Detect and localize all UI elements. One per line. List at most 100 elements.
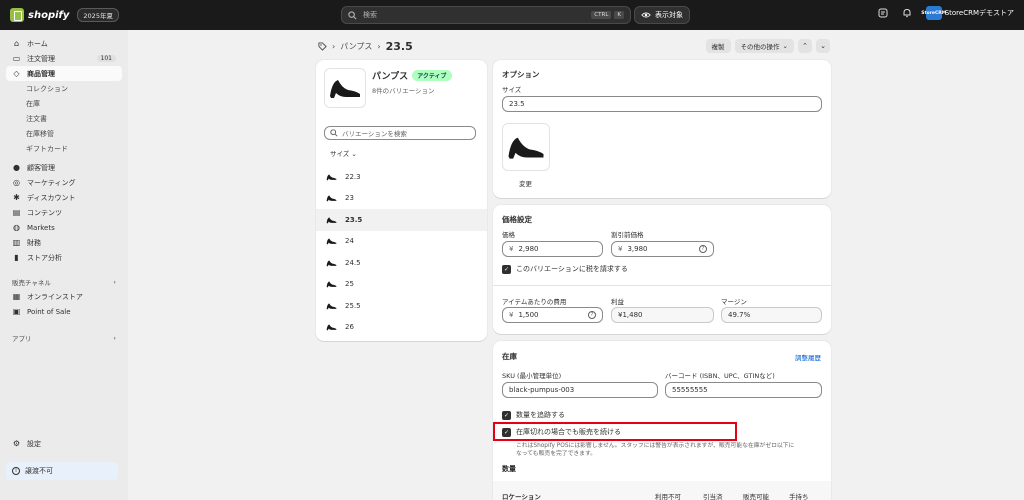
- sidebar-item[interactable]: ▭ 注文管理 101: [6, 51, 122, 66]
- size-input[interactable]: 23.5: [502, 96, 822, 112]
- sidebar-item-settings[interactable]: ⚙ 設定: [6, 436, 47, 451]
- cost-input[interactable]: ¥ 1,500 ?: [502, 307, 603, 323]
- non-transferable-notice[interactable]: i 譲渡不可: [6, 462, 118, 480]
- variant-label: 24: [345, 237, 354, 246]
- bell-icon[interactable]: [902, 8, 912, 18]
- help-icon[interactable]: ?: [588, 311, 596, 319]
- help-icon[interactable]: ?: [699, 245, 707, 253]
- sidebar-item-label: ホーム: [27, 39, 48, 48]
- product-name[interactable]: パンプス: [372, 69, 408, 82]
- sidebar-item[interactable]: 注文書: [6, 111, 122, 126]
- variant-label: 26: [345, 323, 354, 332]
- highlight-box: [493, 422, 737, 441]
- edition-badge[interactable]: 2025年夏: [77, 8, 119, 22]
- margin-value: 49.7%: [728, 311, 751, 319]
- sidebar-item[interactable]: 在庫移管: [6, 126, 122, 141]
- track-quantity-checkbox[interactable]: ✓ 数量を追跡する: [502, 410, 565, 420]
- sidebar-item[interactable]: ● 顧客管理: [6, 160, 122, 175]
- shopify-logo[interactable]: shopify 2025年夏: [10, 8, 119, 22]
- size-filter-button[interactable]: サイズ ⌄: [330, 148, 357, 158]
- sidebar-item[interactable]: ◍ Markets: [6, 220, 122, 235]
- adjustment-history-link[interactable]: 調整履歴: [795, 352, 821, 362]
- profit-field: ¥1,480: [611, 307, 714, 323]
- eye-icon: [641, 12, 651, 18]
- sidebar-item[interactable]: ▤ コンテンツ: [6, 205, 122, 220]
- discount-icon: ✱: [13, 193, 20, 202]
- checkmark-icon: ✓: [502, 410, 511, 420]
- variant-label: 25: [345, 280, 354, 289]
- quantity-table-header: ロケーション 利用不可 引当済 販売可能 手持ち: [493, 481, 831, 500]
- sidebar-channel-label: Point of Sale: [27, 307, 71, 316]
- sku-input[interactable]: black-pumpus-003: [502, 382, 658, 398]
- top-right-controls: StoreCRM StoreCRMデモストア: [878, 6, 1014, 20]
- person-icon: ●: [13, 163, 20, 172]
- pump-shoe-icon: [326, 217, 337, 223]
- sidebar-item[interactable]: ⌂ ホーム: [6, 36, 122, 51]
- previous-button[interactable]: ⌃: [798, 39, 812, 53]
- variant-row[interactable]: 26: [316, 317, 487, 339]
- size-value: 23.5: [509, 100, 525, 108]
- global-search[interactable]: 検索 CTRL K: [341, 6, 631, 24]
- sidebar-item-label: 注文書: [26, 114, 47, 123]
- sidebar-item-label: Markets: [27, 223, 55, 232]
- sidebar: ⌂ ホーム ▭ 注文管理 101 ◇ 商品管理 コレクション 在庫 注文書 在庫移管 ギフトカード ● 顧…: [0, 30, 128, 500]
- sidebar-item[interactable]: ギフトカード: [6, 141, 122, 156]
- price-input[interactable]: ¥ 2,980: [502, 241, 603, 257]
- sidebar-item[interactable]: ◎ マーケティング: [6, 175, 122, 190]
- search-placeholder: 検索: [363, 11, 377, 19]
- barcode-value: 55555555: [672, 386, 708, 394]
- sales-channel-header[interactable]: 販売チャネル ›: [6, 275, 122, 289]
- page-title: 23.5: [385, 40, 413, 53]
- sidebar-channel-item[interactable]: ▦ オンラインストア: [6, 289, 122, 304]
- change-image-button[interactable]: 変更: [519, 178, 532, 188]
- sidebar-channel-item[interactable]: ▣ Point of Sale: [6, 304, 122, 319]
- sidebar-item[interactable]: 在庫: [6, 96, 122, 111]
- charge-tax-checkbox[interactable]: ✓ このバリエーションに税を請求する: [502, 264, 628, 274]
- sales-channel-title: 販売チャネル: [12, 279, 51, 287]
- sidebar-item[interactable]: ◇ 商品管理: [6, 66, 122, 81]
- variant-image[interactable]: [502, 123, 550, 171]
- sidebar-item[interactable]: ▮ ストア分析: [6, 250, 122, 265]
- tag-icon[interactable]: [318, 42, 327, 51]
- options-card: オプション サイズ 23.5 変更: [493, 60, 831, 198]
- variant-row[interactable]: 25: [316, 274, 487, 296]
- variant-row[interactable]: 23: [316, 188, 487, 210]
- next-button[interactable]: ⌄: [816, 39, 830, 53]
- store-menu[interactable]: StoreCRM StoreCRMデモストア: [921, 6, 1014, 20]
- sidebar-channel-label: オンラインストア: [27, 292, 83, 301]
- pump-shoe-icon: [326, 195, 337, 202]
- product-name-row: パンプス アクティブ: [372, 69, 452, 82]
- sidebar-item-label: コンテンツ: [27, 208, 62, 217]
- apps-header[interactable]: アプリ ›: [6, 331, 122, 345]
- duplicate-button[interactable]: 複製: [705, 39, 731, 53]
- terminal-icon[interactable]: [878, 8, 888, 18]
- header-actions: 複製 その他の操作 ⌄ ⌃ ⌄: [705, 39, 830, 53]
- profit-label: 利益: [611, 298, 624, 306]
- more-actions-button[interactable]: その他の操作 ⌄: [734, 39, 794, 53]
- inbox-icon: ▭: [12, 54, 21, 63]
- sidebar-item-label: 注文管理: [27, 54, 55, 63]
- variant-row[interactable]: 24: [316, 231, 487, 253]
- compare-price-input[interactable]: ¥ 3,980 ?: [611, 241, 714, 257]
- view-as-button[interactable]: 表示対象: [634, 6, 690, 24]
- tag-icon: ◇: [13, 69, 20, 78]
- sidebar-item[interactable]: ✱ ディスカウント: [6, 190, 122, 205]
- barcode-input[interactable]: 55555555: [665, 382, 822, 398]
- variant-row[interactable]: 22.3: [316, 166, 487, 188]
- compare-price-label: 割引前価格: [611, 231, 644, 239]
- settings-label: 設定: [27, 439, 41, 448]
- sidebar-item-label: ストア分析: [27, 253, 62, 262]
- variant-search-input[interactable]: バリエーションを検索: [324, 126, 476, 140]
- variant-row[interactable]: 24.5: [316, 252, 487, 274]
- variant-row[interactable]: 23.5: [316, 209, 487, 231]
- breadcrumb-parent[interactable]: パンプス: [340, 41, 372, 52]
- sidebar-item-label: コレクション: [26, 84, 68, 93]
- shortcut-k: K: [614, 11, 624, 19]
- variant-row[interactable]: 25.5: [316, 295, 487, 317]
- currency-symbol: ¥: [618, 245, 623, 253]
- sidebar-item[interactable]: ▥ 財務: [6, 235, 122, 250]
- product-thumbnail[interactable]: [324, 68, 366, 108]
- sidebar-item[interactable]: コレクション: [6, 81, 122, 96]
- info-icon: i: [12, 467, 20, 475]
- globe-icon: ◍: [13, 223, 20, 232]
